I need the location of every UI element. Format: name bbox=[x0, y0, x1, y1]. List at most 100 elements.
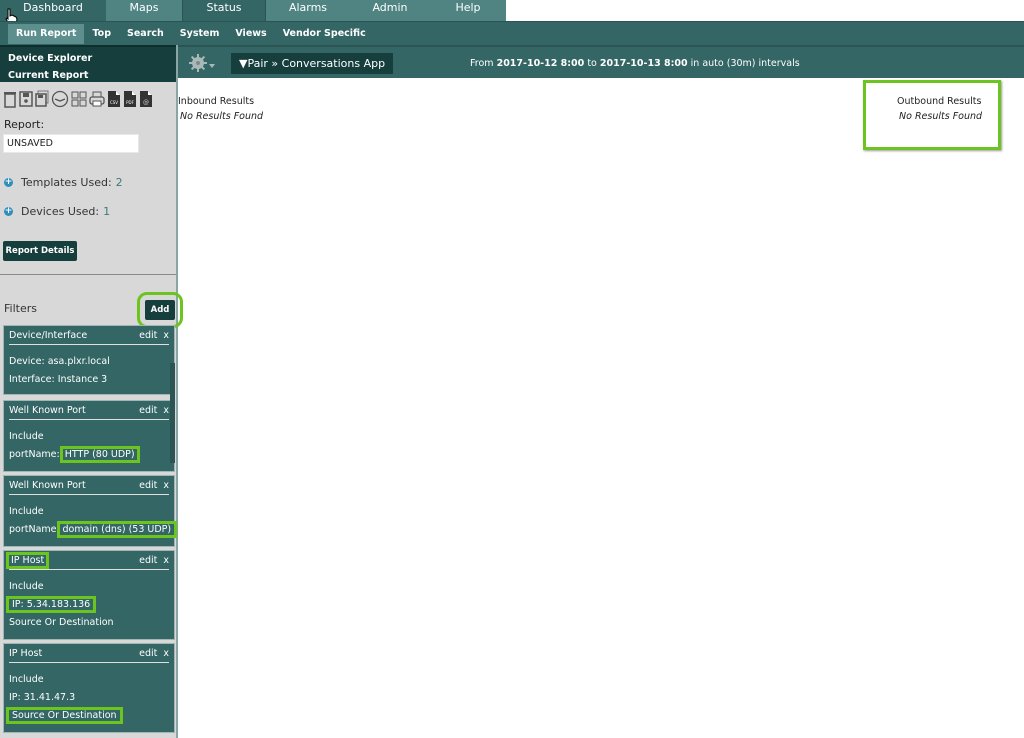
report-header-bar: ▼Pair » Conversations App From 2017-10-1… bbox=[178, 45, 1024, 78]
tab-maps[interactable]: Maps bbox=[106, 0, 182, 21]
subnav-vendor-specific[interactable]: Vendor Specific bbox=[275, 24, 374, 44]
report-toolbar: CSV PDF @ bbox=[3, 90, 153, 108]
filter-remove-button[interactable]: x bbox=[163, 648, 169, 659]
filter-title: IP Host bbox=[9, 647, 43, 659]
filter-edit-link[interactable]: edit bbox=[139, 648, 157, 659]
filter-card-well-known-port: Well Known Port edit x Include portName: … bbox=[3, 400, 175, 472]
filter-line: Interface: Instance 3 bbox=[9, 374, 108, 385]
templates-used-count: 2 bbox=[115, 176, 123, 189]
filters-scrollbar[interactable] bbox=[170, 363, 175, 463]
sidebar-item-device-explorer[interactable]: Device Explorer bbox=[0, 50, 176, 67]
filter-header: IP Host edit x bbox=[5, 551, 169, 570]
range-interval: in auto (30m) intervals bbox=[690, 58, 800, 69]
pdf-icon[interactable]: PDF bbox=[123, 90, 137, 108]
filter-value-highlighted: HTTP (80 UDP) bbox=[59, 446, 140, 463]
filter-edit-link[interactable]: edit bbox=[139, 480, 157, 491]
filter-line: Include bbox=[9, 674, 44, 685]
filter-header: Well Known Port edit x bbox=[9, 476, 169, 495]
top-nav: Dashboard Maps Status Alarms Admin Help bbox=[0, 0, 1024, 25]
filters-label: Filters bbox=[4, 302, 37, 315]
inbound-title: Inbound Results bbox=[178, 96, 255, 107]
devices-used-count: 1 bbox=[103, 205, 111, 218]
filter-value-highlighted: domain (dns) (53 UDP) bbox=[56, 521, 178, 538]
chevron-down-icon bbox=[209, 64, 215, 68]
filter-line: Source Or Destination bbox=[9, 617, 114, 628]
subnav-search[interactable]: Search bbox=[119, 24, 172, 44]
add-filter-button[interactable]: Add bbox=[137, 292, 183, 328]
tab-alarms[interactable]: Alarms bbox=[266, 0, 350, 21]
filter-title: Well Known Port bbox=[9, 479, 86, 491]
filter-title: Device/Interface bbox=[9, 329, 88, 341]
outbound-title: Outbound Results bbox=[897, 96, 982, 107]
templates-used-label: Templates Used: bbox=[21, 176, 112, 189]
filter-line: portName domain (dns) (53 UDP) bbox=[9, 521, 178, 539]
top-nav-tabs: Dashboard Maps Status Alarms Admin Help bbox=[0, 0, 506, 21]
filter-line: Device: asa.plxr.local bbox=[9, 356, 110, 367]
filter-remove-button[interactable]: x bbox=[163, 405, 169, 416]
svg-text:PDF: PDF bbox=[126, 100, 134, 105]
filter-card-well-known-port: Well Known Port edit x Include portName d… bbox=[3, 475, 178, 547]
filter-key: portName: bbox=[9, 449, 60, 460]
sidebar: Device Explorer Current Report CSV PDF @… bbox=[0, 45, 183, 738]
report-label: Report: bbox=[4, 118, 45, 131]
sub-nav: Run Report Top Search System Views Vendo… bbox=[0, 21, 1024, 45]
expand-plus-icon[interactable]: + bbox=[4, 178, 13, 187]
inbound-empty-message: No Results Found bbox=[180, 111, 264, 122]
filter-remove-button[interactable]: x bbox=[163, 480, 169, 491]
filter-edit-link[interactable]: edit bbox=[139, 330, 157, 341]
grid-icon[interactable] bbox=[71, 90, 87, 108]
filter-edit-link[interactable]: edit bbox=[139, 405, 157, 416]
filter-line: IP: 31.41.47.3 bbox=[9, 692, 76, 703]
tab-help[interactable]: Help bbox=[430, 0, 506, 21]
csv-icon[interactable]: CSV bbox=[107, 90, 121, 108]
save-icon[interactable] bbox=[19, 90, 33, 108]
sidebar-divider bbox=[0, 274, 176, 275]
sidebar-menu: Device Explorer Current Report bbox=[0, 45, 176, 82]
sidebar-item-current-report[interactable]: Current Report bbox=[0, 67, 176, 84]
filter-line: Include bbox=[9, 506, 44, 517]
report-details-button[interactable]: Report Details bbox=[3, 241, 77, 261]
filter-card-ip-host: IP Host edit x Include IP: 31.41.47.3 Sou… bbox=[3, 643, 175, 733]
range-from-value: 2017-10-12 8:00 bbox=[496, 58, 585, 69]
expand-plus-icon[interactable]: + bbox=[4, 207, 13, 216]
range-to-value: 2017-10-13 8:00 bbox=[599, 58, 688, 69]
filter-line: Source Or Destination bbox=[6, 707, 174, 725]
filter-line: IP: 5.34.183.136 bbox=[5, 596, 174, 614]
subnav-top[interactable]: Top bbox=[84, 24, 119, 44]
filter-value-highlighted: Source Or Destination bbox=[6, 707, 123, 724]
filter-header: Well Known Port edit x bbox=[9, 401, 169, 420]
subnav-views[interactable]: Views bbox=[227, 24, 274, 44]
filter-header: IP Host edit x bbox=[9, 644, 169, 663]
filter-line: Include bbox=[9, 431, 44, 442]
templates-used-row[interactable]: + Templates Used: 2 bbox=[4, 176, 123, 189]
print-icon[interactable] bbox=[89, 90, 105, 108]
report-breadcrumb[interactable]: ▼Pair » Conversations App bbox=[231, 53, 394, 74]
filter-remove-button[interactable]: x bbox=[163, 330, 169, 341]
outbound-empty-message: No Results Found bbox=[899, 111, 983, 122]
filter-value-highlighted: IP: 5.34.183.136 bbox=[5, 596, 97, 613]
filter-header: Device/Interface edit x bbox=[9, 326, 169, 345]
tab-admin[interactable]: Admin bbox=[350, 0, 430, 21]
tab-status[interactable]: Status bbox=[182, 0, 266, 21]
devices-used-row[interactable]: + Devices Used: 1 bbox=[4, 205, 110, 218]
subnav-run-report[interactable]: Run Report bbox=[8, 23, 85, 44]
email-icon[interactable]: @ bbox=[139, 90, 153, 108]
svg-text:@: @ bbox=[143, 99, 149, 106]
trash-icon[interactable] bbox=[3, 90, 17, 108]
time-range[interactable]: From 2017-10-12 8:00 to 2017-10-13 8:00 … bbox=[470, 58, 800, 69]
gear-menu-icon[interactable] bbox=[188, 54, 218, 72]
clock-icon[interactable] bbox=[51, 90, 69, 108]
report-name-input[interactable]: UNSAVED bbox=[3, 134, 139, 153]
subnav-system[interactable]: System bbox=[172, 24, 228, 44]
filter-edit-link[interactable]: edit bbox=[139, 555, 157, 566]
filter-line: portName: HTTP (80 UDP) bbox=[9, 446, 174, 464]
range-to-label: to bbox=[587, 58, 597, 69]
filter-key: portName bbox=[9, 524, 57, 535]
save-as-icon[interactable] bbox=[35, 90, 49, 108]
filter-remove-button[interactable]: x bbox=[163, 555, 169, 566]
devices-used-label: Devices Used: bbox=[21, 205, 100, 218]
svg-text:CSV: CSV bbox=[110, 100, 118, 105]
filter-title: Well Known Port bbox=[9, 404, 86, 416]
inbound-results: Inbound Results No Results Found bbox=[178, 96, 263, 122]
filter-card-ip-host: IP Host edit x Include IP: 5.34.183.136 S… bbox=[3, 550, 175, 640]
